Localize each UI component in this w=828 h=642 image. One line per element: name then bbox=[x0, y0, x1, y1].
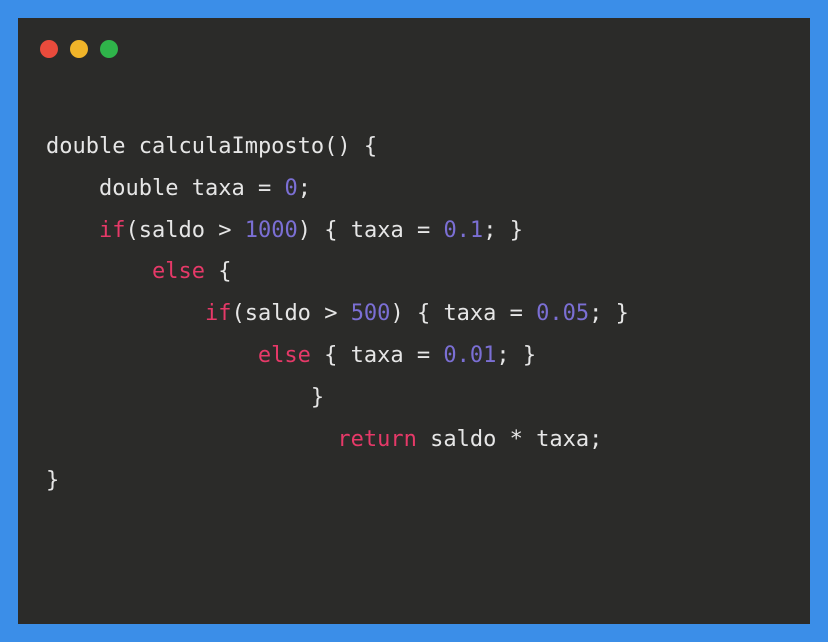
maximize-icon[interactable] bbox=[100, 40, 118, 58]
code-line: if(saldo > 500) { taxa = 0.05; } bbox=[46, 293, 782, 335]
code-token-ident: saldo bbox=[245, 301, 311, 326]
code-token-ident: taxa bbox=[192, 176, 245, 201]
code-token-op: > bbox=[324, 301, 337, 326]
code-token-kw: else bbox=[258, 343, 311, 368]
code-token-ident: saldo bbox=[139, 218, 205, 243]
code-token-punct: } bbox=[46, 468, 59, 493]
titlebar bbox=[18, 18, 810, 58]
code-token-sp bbox=[510, 343, 523, 368]
code-token-ident: saldo bbox=[430, 427, 496, 452]
code-token-punct: } bbox=[523, 343, 536, 368]
code-token-ident: taxa bbox=[351, 218, 404, 243]
code-token-num: 0 bbox=[284, 176, 297, 201]
code-token-punct: } bbox=[510, 218, 523, 243]
code-token-kw: return bbox=[337, 427, 416, 452]
code-token-punct: } bbox=[616, 301, 629, 326]
code-token-sp bbox=[245, 176, 258, 201]
code-token-sp bbox=[205, 218, 218, 243]
code-content: double calculaImposto() { double taxa = … bbox=[18, 58, 810, 530]
code-token-punct: ; bbox=[496, 343, 509, 368]
code-token-num: 500 bbox=[351, 301, 391, 326]
code-token-kw: if bbox=[99, 218, 126, 243]
code-token-punct: ; bbox=[298, 176, 311, 201]
code-line: } bbox=[46, 460, 782, 502]
code-token-sp bbox=[404, 343, 417, 368]
code-token-sp bbox=[496, 301, 509, 326]
code-token-sp bbox=[337, 301, 350, 326]
code-token-op: * bbox=[510, 427, 523, 452]
code-token-sp bbox=[496, 427, 509, 452]
code-token-sp bbox=[404, 218, 417, 243]
code-token-sp bbox=[523, 301, 536, 326]
code-token-sp bbox=[430, 218, 443, 243]
minimize-icon[interactable] bbox=[70, 40, 88, 58]
code-window: double calculaImposto() { double taxa = … bbox=[18, 18, 810, 624]
code-token-type: double bbox=[46, 134, 125, 159]
code-token-sp bbox=[496, 218, 509, 243]
code-line: double calculaImposto() { bbox=[46, 126, 782, 168]
code-token-punct: { bbox=[324, 218, 337, 243]
code-token-sp bbox=[523, 427, 536, 452]
code-line: if(saldo > 1000) { taxa = 0.1; } bbox=[46, 210, 782, 252]
code-token-op: = bbox=[258, 176, 271, 201]
code-token-kw: if bbox=[205, 301, 232, 326]
code-token-ident: taxa bbox=[351, 343, 404, 368]
code-token-num: 0.1 bbox=[443, 218, 483, 243]
code-token-sp bbox=[337, 343, 350, 368]
code-token-sp bbox=[125, 134, 138, 159]
code-token-ident: taxa bbox=[536, 427, 589, 452]
code-token-op: = bbox=[417, 218, 430, 243]
code-line: } bbox=[46, 377, 782, 419]
code-token-sp bbox=[205, 259, 218, 284]
code-token-punct: { bbox=[364, 134, 377, 159]
code-line: double taxa = 0; bbox=[46, 168, 782, 210]
code-token-sp bbox=[430, 301, 443, 326]
code-token-op: = bbox=[510, 301, 523, 326]
code-token-sp bbox=[271, 176, 284, 201]
close-icon[interactable] bbox=[40, 40, 58, 58]
code-token-ident: calculaImposto bbox=[139, 134, 324, 159]
code-token-num: 0.01 bbox=[443, 343, 496, 368]
code-token-punct: { bbox=[218, 259, 231, 284]
code-token-punct: ( bbox=[125, 218, 138, 243]
code-line: else { taxa = 0.01; } bbox=[46, 335, 782, 377]
code-token-op: > bbox=[218, 218, 231, 243]
code-token-sp bbox=[430, 343, 443, 368]
code-token-ident: taxa bbox=[443, 301, 496, 326]
code-token-sp bbox=[602, 301, 615, 326]
code-token-sp bbox=[417, 427, 430, 452]
code-line: return saldo * taxa; bbox=[46, 419, 782, 461]
code-token-punct: ( bbox=[231, 301, 244, 326]
code-token-punct: ; bbox=[589, 301, 602, 326]
code-token-punct: ; bbox=[589, 427, 602, 452]
code-token-op: = bbox=[417, 343, 430, 368]
code-token-sp bbox=[231, 218, 244, 243]
code-token-sp bbox=[337, 218, 350, 243]
code-token-num: 1000 bbox=[245, 218, 298, 243]
code-token-num: 0.05 bbox=[536, 301, 589, 326]
code-token-punct: ; bbox=[483, 218, 496, 243]
code-token-sp bbox=[311, 218, 324, 243]
code-token-punct: () bbox=[324, 134, 351, 159]
code-token-sp bbox=[311, 343, 324, 368]
code-token-type: double bbox=[99, 176, 178, 201]
code-token-punct: { bbox=[417, 301, 430, 326]
code-line: else { bbox=[46, 251, 782, 293]
code-token-punct: ) bbox=[390, 301, 403, 326]
code-token-punct: } bbox=[311, 385, 324, 410]
code-token-sp bbox=[311, 301, 324, 326]
code-token-sp bbox=[178, 176, 191, 201]
code-token-sp bbox=[404, 301, 417, 326]
code-token-sp bbox=[351, 134, 364, 159]
code-token-punct: ) bbox=[298, 218, 311, 243]
code-token-punct: { bbox=[324, 343, 337, 368]
code-token-kw: else bbox=[152, 259, 205, 284]
